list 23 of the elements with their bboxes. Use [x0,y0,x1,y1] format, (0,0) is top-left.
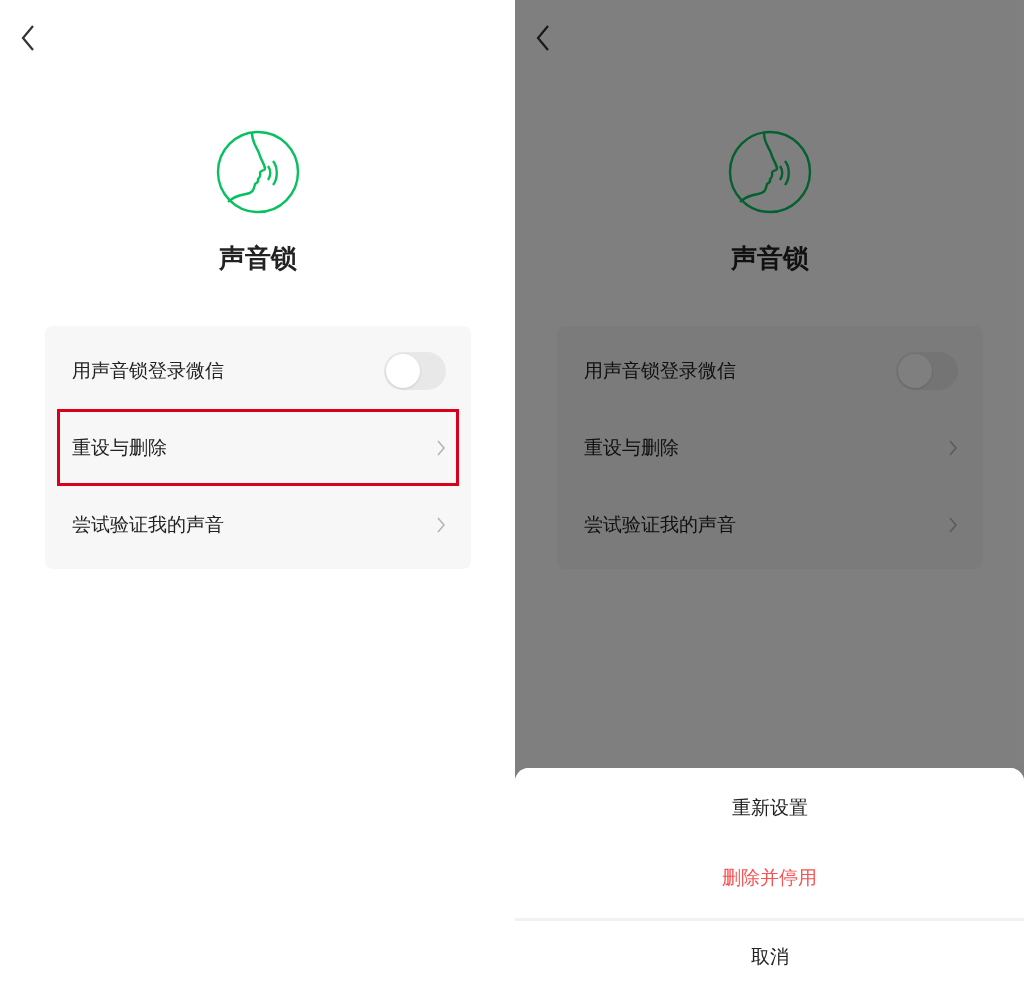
page-title: 声音锁 [218,242,297,275]
row-label: 重设与删除 [583,435,679,461]
chevron-right-icon [435,438,446,457]
toggle-switch[interactable] [383,351,446,390]
row-label: 尝试验证我的声音 [71,512,224,538]
page-title: 声音锁 [730,242,809,275]
settings-row[interactable]: 尝试验证我的声音 [568,486,971,563]
cancel-button[interactable]: 取消 [515,921,1024,991]
voice-face-icon [727,130,812,214]
row-label: 用声音锁登录微信 [583,358,736,384]
settings-row[interactable]: 用声音锁登录微信 [568,332,971,409]
settings-row[interactable]: 用声音锁登录微信 [56,332,459,409]
chevron-right-icon [435,515,446,534]
chevron-right-icon [947,515,958,534]
chevron-right-icon [947,438,958,457]
settings-row[interactable]: 重设与删除 [56,409,459,486]
row-label: 用声音锁登录微信 [71,358,224,384]
row-label: 重设与删除 [71,435,167,461]
settings-row[interactable]: 尝试验证我的声音 [56,486,459,563]
sheet-action[interactable]: 重新设置 [515,772,1024,842]
voice-face-icon [215,130,300,214]
row-label: 尝试验证我的声音 [583,512,736,538]
settings-row[interactable]: 重设与删除 [568,409,971,486]
